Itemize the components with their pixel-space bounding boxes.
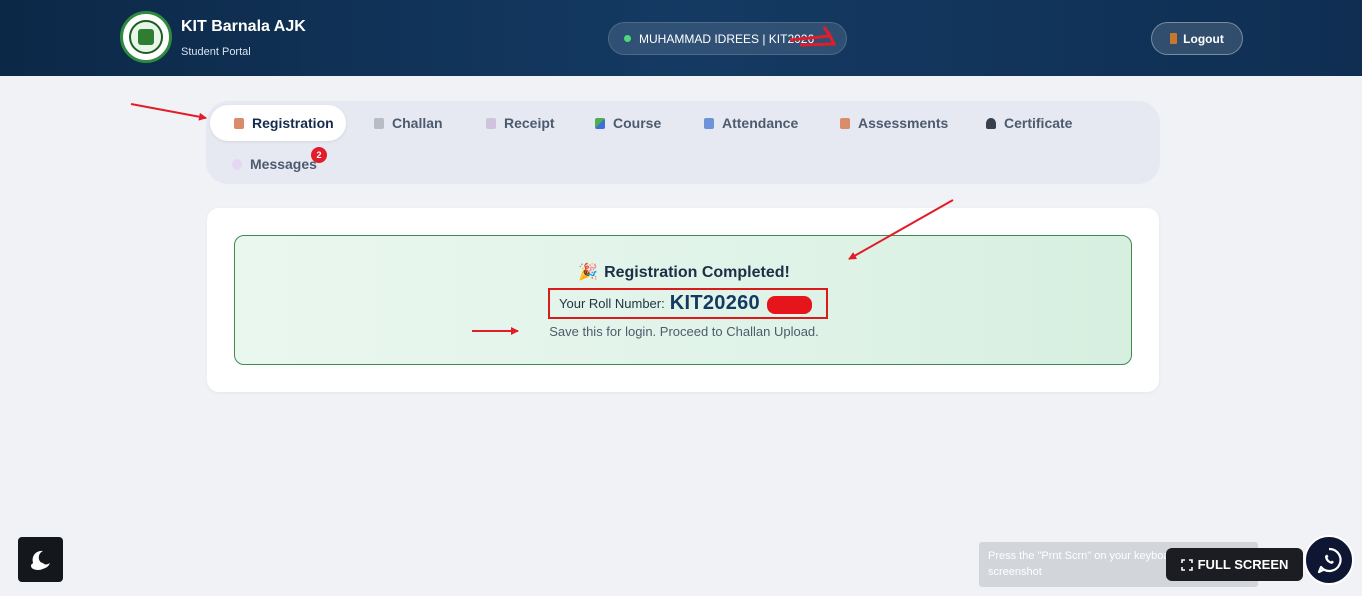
fullscreen-button[interactable]: FULL SCREEN xyxy=(1166,548,1303,581)
annotation-arrow xyxy=(130,103,207,121)
tab-attendance[interactable]: Attendance xyxy=(704,105,798,141)
roll-number-label: Your Roll Number: xyxy=(559,296,665,311)
tab-label: Certificate xyxy=(1004,115,1073,131)
graduation-cap-icon xyxy=(986,117,996,129)
tab-course[interactable]: Course xyxy=(595,105,661,141)
tab-label: Challan xyxy=(392,115,443,131)
expand-icon xyxy=(1180,558,1193,571)
tab-receipt[interactable]: Receipt xyxy=(486,105,555,141)
theme-toggle-button[interactable] xyxy=(18,537,63,582)
brand-subtitle: Student Portal xyxy=(181,46,251,58)
whatsapp-button[interactable] xyxy=(1304,535,1354,585)
tab-label: Assessments xyxy=(858,115,949,131)
fullscreen-label: FULL SCREEN xyxy=(1197,557,1289,572)
tab-assessments[interactable]: Assessments xyxy=(840,105,948,141)
course-icon xyxy=(595,117,605,129)
calendar-icon xyxy=(704,117,714,129)
user-info-pill: MUHAMMAD IDREES | KIT2026 xyxy=(608,22,847,55)
speech-bubble-icon xyxy=(232,158,242,170)
tab-messages[interactable]: Messages xyxy=(232,146,317,182)
success-hint-text: Save this for login. Proceed to Challan … xyxy=(549,324,819,339)
success-heading: 🎉 Registration Completed! xyxy=(578,264,790,281)
redaction-scribble xyxy=(767,296,812,314)
tab-navigation: Registration Challan Receipt Course Atte… xyxy=(206,101,1160,184)
receipt-icon xyxy=(486,117,496,129)
tab-registration[interactable]: Registration xyxy=(210,105,346,141)
messages-badge: 2 xyxy=(311,147,327,163)
user-name-label: MUHAMMAD IDREES | KIT2026 xyxy=(639,31,815,46)
roll-number-value: KIT20260 xyxy=(669,292,760,314)
tab-label: Receipt xyxy=(504,115,555,131)
whatsapp-icon xyxy=(1317,547,1342,574)
moon-cloud-icon xyxy=(30,550,50,570)
logout-button[interactable]: Logout xyxy=(1151,22,1243,55)
college-logo xyxy=(120,11,172,63)
tab-challan[interactable]: Challan xyxy=(374,105,443,141)
registration-icon xyxy=(234,117,244,129)
online-status-icon xyxy=(624,35,631,42)
party-popper-icon: 🎉 xyxy=(578,264,599,281)
tab-label: Registration xyxy=(252,115,334,131)
roll-number-box: Your Roll Number: KIT20260 xyxy=(548,288,828,319)
top-header: KIT Barnala AJK Student Portal MUHAMMAD … xyxy=(0,0,1362,76)
logout-label: Logout xyxy=(1183,31,1224,46)
tab-certificate[interactable]: Certificate xyxy=(986,105,1072,141)
assessments-icon xyxy=(840,117,850,129)
tab-label: Course xyxy=(613,115,662,131)
tab-label: Attendance xyxy=(722,115,799,131)
challan-icon xyxy=(374,117,384,129)
tab-label: Messages xyxy=(250,156,317,172)
registration-success-panel: 🎉 Registration Completed! Your Roll Numbe… xyxy=(234,235,1132,365)
door-icon xyxy=(1170,33,1178,44)
brand-title: KIT Barnala AJK xyxy=(181,18,306,35)
